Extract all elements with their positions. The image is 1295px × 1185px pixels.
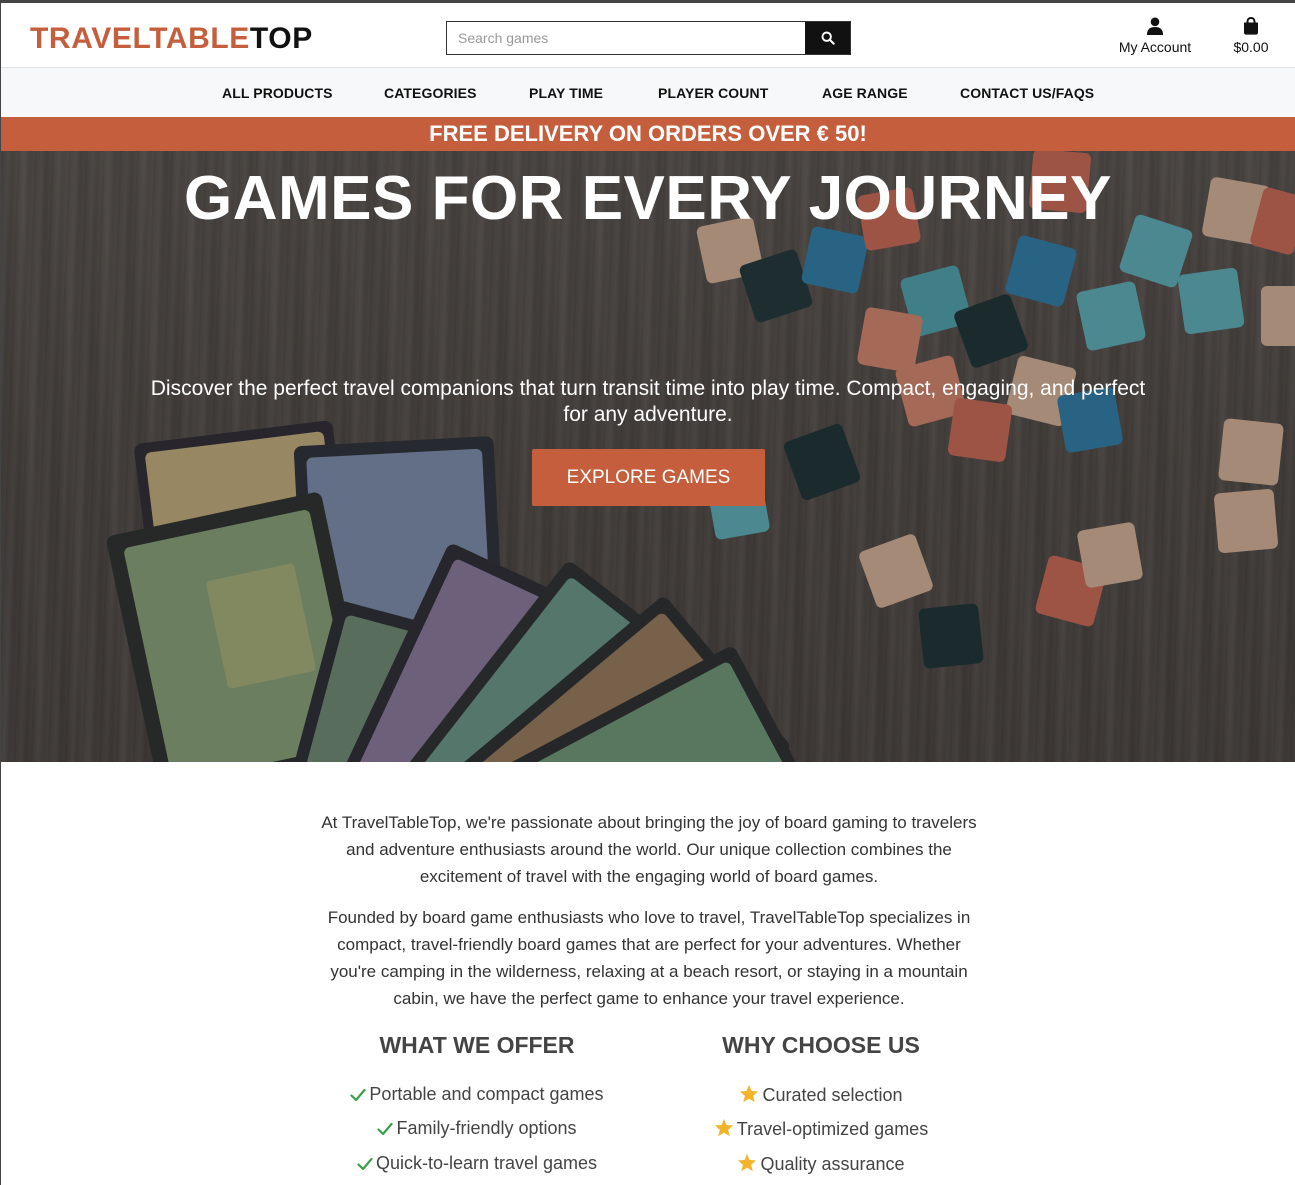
- search-button[interactable]: [805, 22, 850, 54]
- hero-title: GAMES FOR EVERY JOURNEY: [184, 164, 1112, 233]
- my-account-label: My Account: [1118, 39, 1192, 55]
- why-list-item: Curated selection: [671, 1084, 971, 1106]
- check-icon: [350, 1088, 367, 1102]
- search-input[interactable]: [447, 22, 806, 54]
- offer-list-item: Portable and compact games: [327, 1084, 627, 1105]
- explore-games-button[interactable]: EXPLORE GAMES: [532, 449, 765, 506]
- why-list-item: Travel-optimized games: [671, 1118, 971, 1140]
- what-we-offer-heading: WHAT WE OFFER: [379, 1032, 575, 1058]
- offer-item-label: Portable and compact games: [369, 1084, 604, 1104]
- my-account-link[interactable]: My Account: [1114, 17, 1196, 55]
- nav-item-play-time[interactable]: PLAY TIME: [529, 85, 603, 101]
- cart-link[interactable]: $0.00: [1225, 17, 1277, 55]
- search-form: [446, 21, 851, 55]
- search-icon: [821, 31, 835, 45]
- cart-total: $0.00: [1233, 39, 1269, 55]
- offer-list-item: Family-friendly options: [327, 1118, 627, 1139]
- hero-subtitle: Discover the perfect travel companions t…: [150, 377, 1146, 426]
- free-delivery-banner: FREE DELIVERY ON ORDERS OVER € 50!: [1, 117, 1295, 151]
- shopping-bag-icon: [1244, 17, 1258, 35]
- why-item-label: Travel-optimized games: [736, 1119, 929, 1139]
- main-nav: ALL PRODUCTS CATEGORIES PLAY TIME PLAYER…: [1, 67, 1295, 117]
- why-item-label: Curated selection: [762, 1085, 903, 1105]
- star-icon: [740, 1084, 759, 1103]
- nav-item-all-products[interactable]: ALL PRODUCTS: [222, 85, 333, 101]
- why-choose-us-heading: WHY CHOOSE US: [722, 1032, 920, 1058]
- star-icon: [714, 1118, 733, 1137]
- logo-part-top: TOP: [249, 22, 313, 55]
- nav-item-age-range[interactable]: AGE RANGE: [822, 85, 908, 101]
- nav-item-categories[interactable]: CATEGORIES: [384, 85, 477, 101]
- offer-list-item: Quick-to-learn travel games: [327, 1153, 627, 1174]
- star-icon: [738, 1153, 757, 1172]
- nav-item-contact-faqs[interactable]: CONTACT US/FAQS: [960, 85, 1094, 101]
- user-icon: [1147, 17, 1163, 35]
- hero-section: GAMES FOR EVERY JOURNEY Discover the per…: [1, 151, 1295, 762]
- site-header: TRAVELTABLETOP My Account $0.00: [1, 3, 1295, 67]
- why-item-label: Quality assurance: [760, 1154, 905, 1174]
- offer-item-label: Family-friendly options: [396, 1118, 577, 1138]
- offer-item-label: Quick-to-learn travel games: [375, 1153, 598, 1173]
- check-icon: [377, 1122, 394, 1136]
- nav-item-player-count[interactable]: PLAYER COUNT: [658, 85, 768, 101]
- check-icon: [357, 1157, 373, 1171]
- site-logo[interactable]: TRAVELTABLETOP: [30, 23, 313, 55]
- why-list-item: Quality assurance: [671, 1153, 971, 1175]
- about-paragraph-1: At TravelTableTop, we're passionate abou…: [321, 813, 977, 886]
- about-paragraph-2: Founded by board game enthusiasts who lo…: [327, 908, 971, 1008]
- logo-part-travel: TRAVELTABLE: [30, 22, 250, 55]
